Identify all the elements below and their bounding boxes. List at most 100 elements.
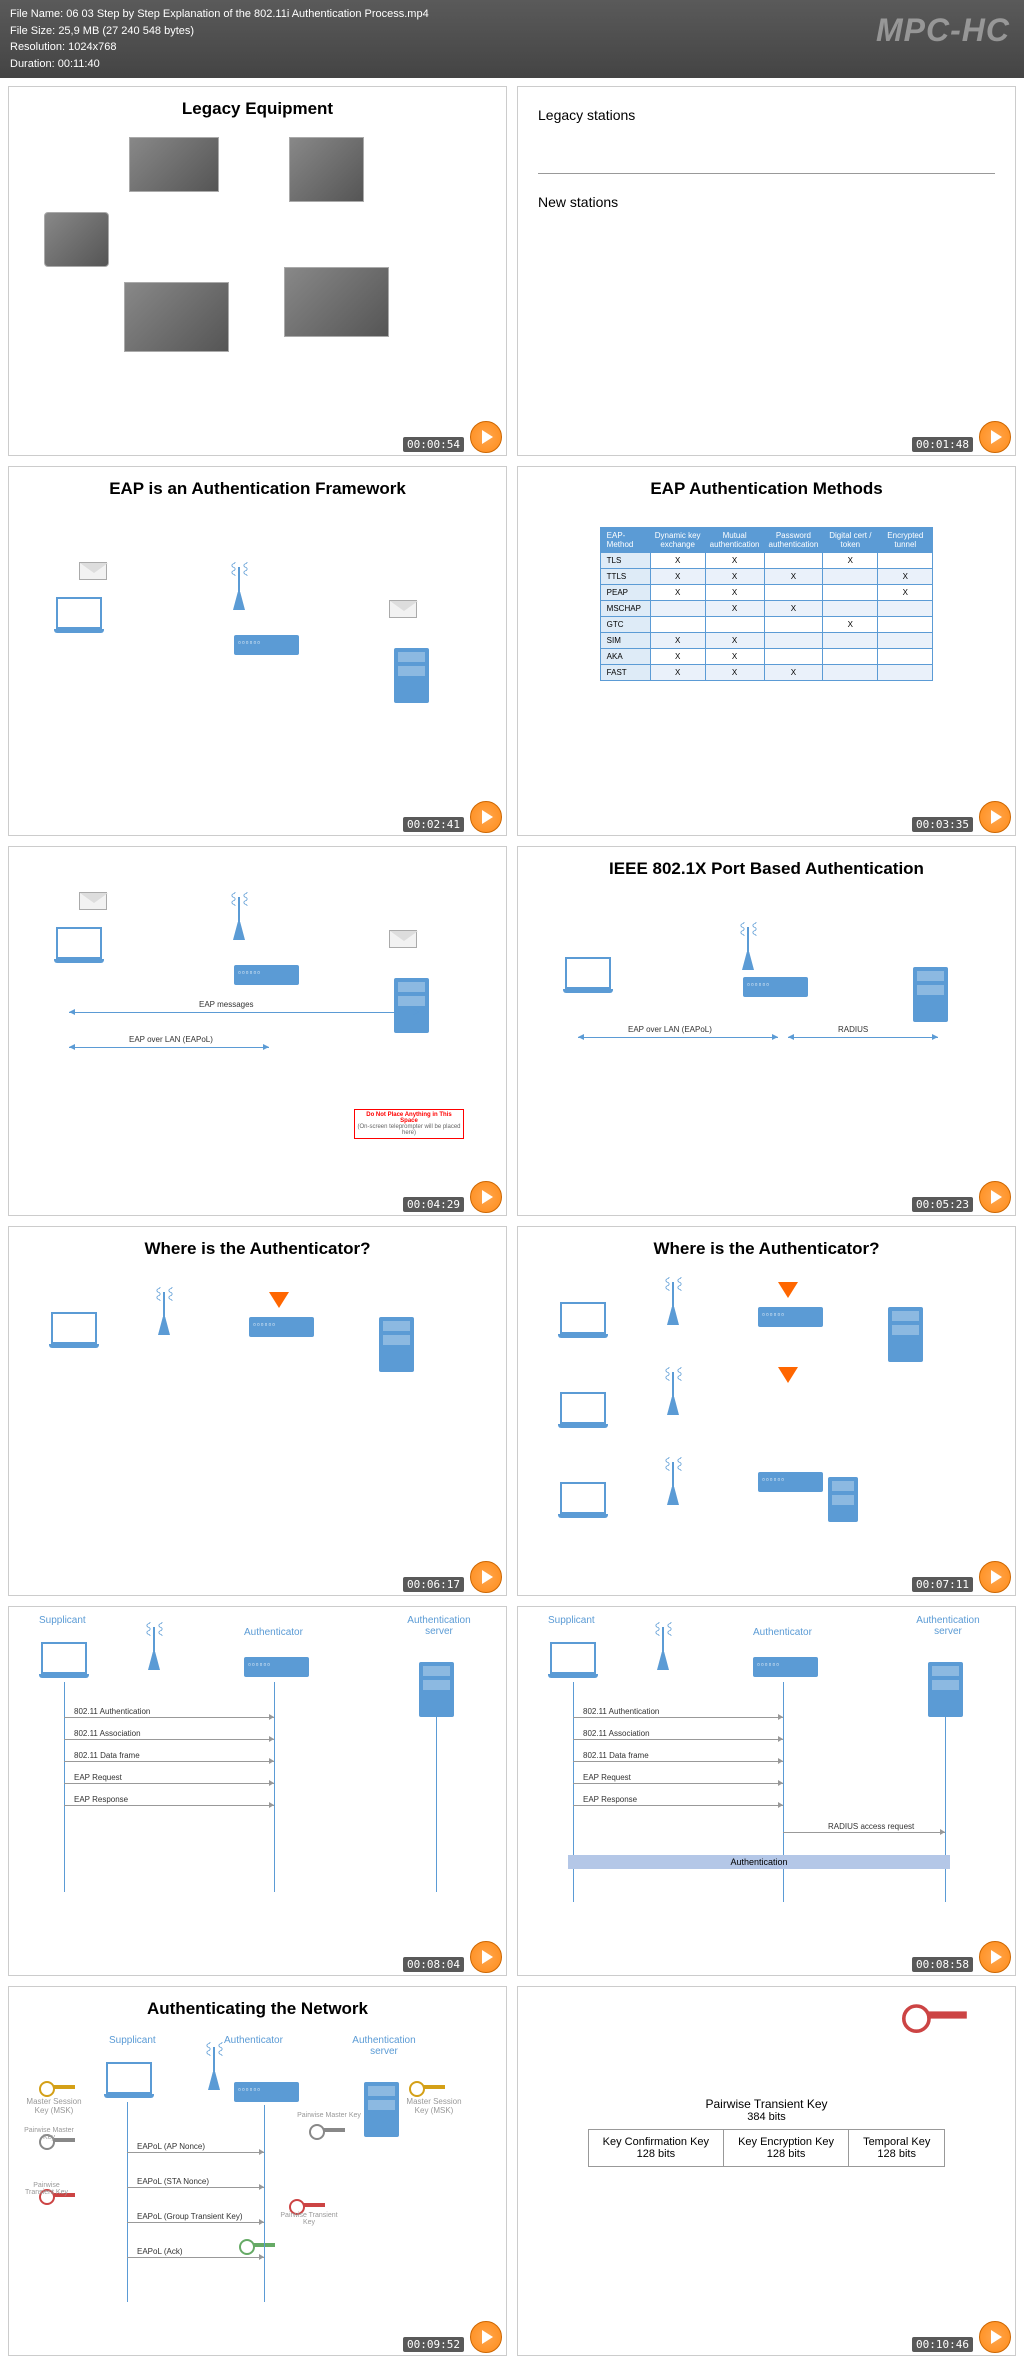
timestamp: 00:01:48 <box>912 437 973 452</box>
thumbnail[interactable]: IEEE 802.1X Port Based Authentication EA… <box>517 846 1016 1216</box>
thumbnail[interactable]: Authenticating the Network Supplicant Au… <box>8 1986 507 2356</box>
laptop-icon <box>104 2062 154 2097</box>
thumbnail[interactable]: Legacy Equipment 00:00:54 <box>8 86 507 456</box>
play-icon[interactable] <box>470 421 502 453</box>
thumbnail[interactable]: Where is the Authenticator? 00:07:11 <box>517 1226 1016 1596</box>
duration: 00:11:40 <box>58 58 100 70</box>
play-icon[interactable] <box>979 421 1011 453</box>
equipment-photo <box>129 137 219 192</box>
laptop-icon <box>558 1482 608 1517</box>
authenticator-label: Authenticator <box>244 1627 303 1638</box>
authenticator-label: Authenticator <box>224 2035 283 2046</box>
play-icon[interactable] <box>979 1561 1011 1593</box>
file-size: 25,9 MB (27 240 548 bytes) <box>58 25 194 37</box>
lifeline <box>436 1699 437 1892</box>
key-icon <box>289 2197 329 2213</box>
auth-server-label: Authentication server <box>404 1615 474 1637</box>
lifeline <box>64 1682 65 1892</box>
thumbnail[interactable]: Where is the Authenticator? 00:06:17 <box>8 1226 507 1596</box>
switch-icon <box>758 1307 823 1327</box>
thumbnail[interactable]: EAP messages EAP over LAN (EAPoL) Do Not… <box>8 846 507 1216</box>
laptop-icon <box>548 1642 598 1677</box>
ptk-label: Pairwise Transient Key <box>19 2182 74 2196</box>
timestamp: 00:09:52 <box>403 2337 464 2352</box>
slide-title: EAP Authentication Methods <box>518 467 1015 507</box>
divider <box>538 173 995 174</box>
auth-server-label: Authentication server <box>344 2035 424 2057</box>
timestamp: 00:05:23 <box>912 1197 973 1212</box>
slide-title: EAP is an Authentication Framework <box>9 467 506 507</box>
key-icon <box>39 2079 79 2095</box>
play-icon[interactable] <box>470 1941 502 1973</box>
play-icon[interactable] <box>979 1181 1011 1213</box>
radius-label: RADIUS <box>838 1025 868 1034</box>
play-icon[interactable] <box>979 1941 1011 1973</box>
access-point-icon <box>194 2047 234 2090</box>
switch-icon <box>743 977 808 997</box>
timestamp: 00:06:17 <box>403 1577 464 1592</box>
file-name: 06 03 Step by Step Explanation of the 80… <box>66 8 428 20</box>
key-icon <box>409 2079 449 2095</box>
access-point-icon <box>134 1627 174 1670</box>
slide-title: Where is the Authenticator? <box>518 1227 1015 1267</box>
play-icon[interactable] <box>979 2321 1011 2353</box>
eapol-label: EAP over LAN (EAPoL) <box>129 1035 213 1044</box>
slide-title: Legacy Equipment <box>9 87 506 127</box>
lifeline <box>274 1682 275 1892</box>
switch-icon <box>753 1657 818 1677</box>
timestamp: 00:02:41 <box>403 817 464 832</box>
thumbnail[interactable]: Pairwise Transient Key 384 bits Key Conf… <box>517 1986 1016 2356</box>
resolution: 1024x768 <box>68 41 116 53</box>
thumbnail[interactable]: Supplicant Authenticator Authentication … <box>8 1606 507 1976</box>
access-point-icon <box>653 1462 693 1505</box>
pmk-label: Pairwise Master Key <box>24 2127 74 2141</box>
play-icon[interactable] <box>470 801 502 833</box>
access-point-icon <box>728 927 768 970</box>
play-icon[interactable] <box>470 2321 502 2353</box>
play-icon[interactable] <box>470 1181 502 1213</box>
supplicant-label: Supplicant <box>39 1615 86 1626</box>
thumbnail[interactable]: EAP is an Authentication Framework 00:02… <box>8 466 507 836</box>
auth-server-label: Authentication server <box>913 1615 983 1637</box>
sequence-arrow <box>783 1832 945 1833</box>
supplicant-label: Supplicant <box>109 2035 156 2046</box>
msk-label: Master Session Key (MSK) <box>24 2097 84 2115</box>
lifeline <box>573 1682 574 1902</box>
file-info-header: File Name: 06 03 Step by Step Explanatio… <box>0 0 1024 78</box>
server-icon <box>394 978 429 1033</box>
switch-icon <box>244 1657 309 1677</box>
envelope-icon <box>389 600 417 618</box>
new-stations-label: New stations <box>538 194 995 210</box>
thumbnail[interactable]: Legacy stations New stations 00:01:48 <box>517 86 1016 456</box>
equipment-photo <box>289 137 364 202</box>
timestamp: 00:07:11 <box>912 1577 973 1592</box>
switch-icon <box>758 1472 823 1492</box>
arrow-down-icon <box>269 1292 289 1308</box>
eap-methods-table: EAP-MethodDynamic key exchangeMutual aut… <box>600 527 934 681</box>
timestamp: 00:08:58 <box>912 1957 973 1972</box>
envelope-icon <box>389 930 417 948</box>
legacy-stations-label: Legacy stations <box>538 107 995 123</box>
slide-title: Where is the Authenticator? <box>9 1227 506 1267</box>
lifeline <box>945 1699 946 1902</box>
laptop-icon <box>563 957 613 992</box>
ptk-bits: 384 bits <box>518 2111 1015 2123</box>
equipment-photo <box>284 267 389 337</box>
thumbnail[interactable]: Supplicant Authenticator Authentication … <box>517 1606 1016 1976</box>
mpc-hc-watermark: MPC-HC <box>876 6 1010 54</box>
key-icon <box>309 2122 349 2138</box>
switch-icon <box>249 1317 314 1337</box>
timestamp: 00:04:29 <box>403 1197 464 1212</box>
play-icon[interactable] <box>470 1561 502 1593</box>
switch-icon <box>234 635 299 655</box>
arrow-line <box>788 1037 938 1038</box>
envelope-icon <box>79 562 107 580</box>
key-icon <box>239 2237 279 2253</box>
pmk-label: Pairwise Master Key <box>294 2112 364 2119</box>
laptop-icon <box>558 1302 608 1337</box>
play-icon[interactable] <box>979 801 1011 833</box>
thumbnail[interactable]: EAP Authentication Methods EAP-MethodDyn… <box>517 466 1016 836</box>
lifeline <box>127 2102 128 2302</box>
server-icon <box>913 967 948 1022</box>
equipment-photo <box>44 212 109 267</box>
